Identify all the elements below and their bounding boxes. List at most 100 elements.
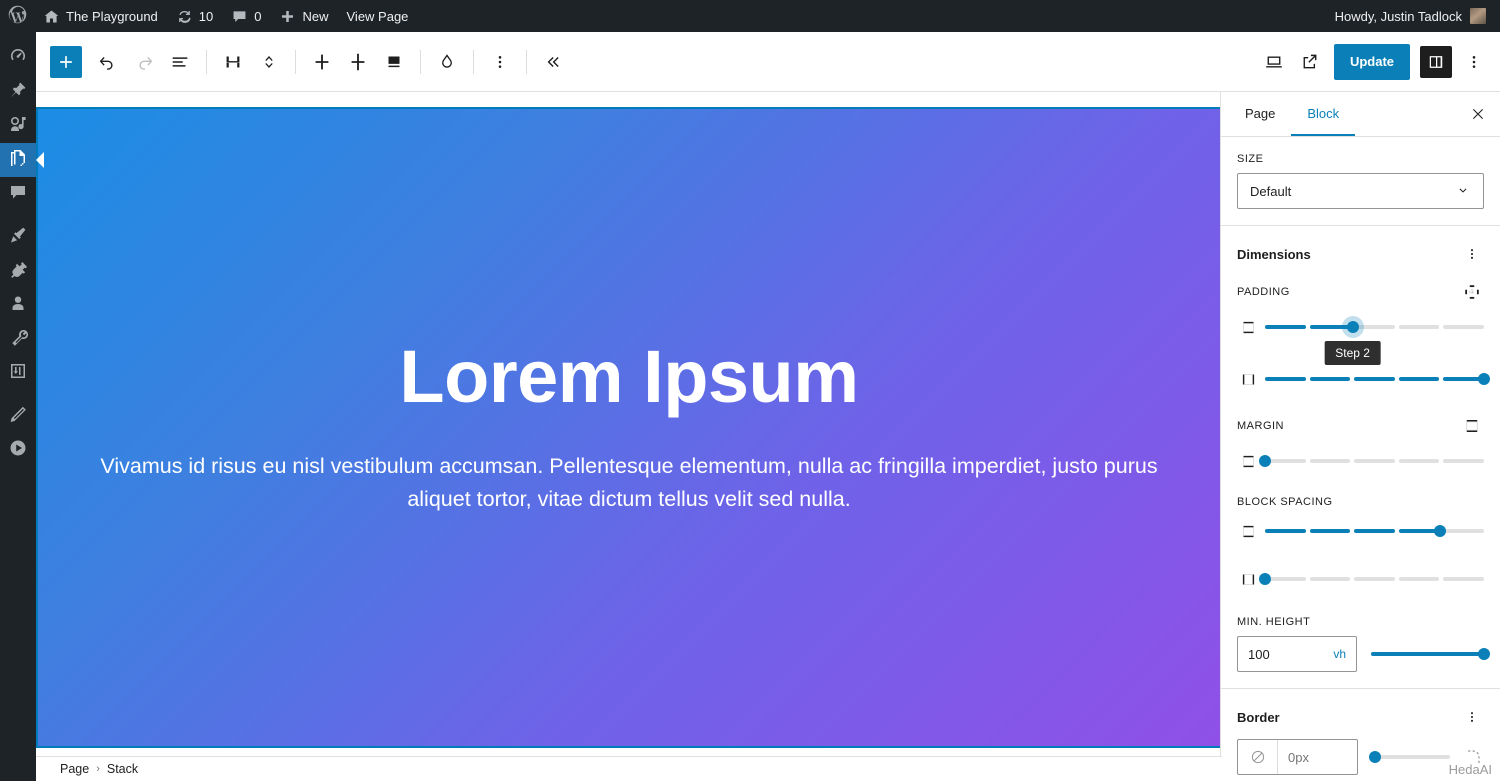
padding-vertical-thumb[interactable] [1346, 321, 1359, 333]
add-block-button[interactable] [50, 45, 82, 78]
editor-canvas[interactable]: Lorem Ipsum Vivamus id risus eu nisl ves… [36, 92, 1222, 781]
editor-toolbar: Update [36, 32, 1500, 92]
site-name-menu[interactable]: The Playground [34, 0, 167, 32]
seg [1443, 325, 1484, 329]
align-top-button[interactable] [304, 44, 340, 80]
block-spacing-horizontal-slider[interactable] [1259, 569, 1484, 589]
dimensions-title: Dimensions [1237, 246, 1311, 262]
toolbar-divider-2 [295, 49, 296, 74]
padding-vertical-tooltip: Step 2 [1324, 341, 1381, 365]
settings-sidebar: Page Block Size Default Dimensions [1220, 92, 1500, 781]
unlink-sides-icon[interactable] [1460, 280, 1484, 304]
tab-block[interactable]: Block [1291, 92, 1356, 136]
sidebar-item-tools[interactable] [0, 322, 36, 356]
settings-tabs: Page Block [1221, 92, 1500, 137]
border-width-thumb[interactable] [1368, 751, 1381, 763]
padding-horizontal-slider[interactable] [1265, 369, 1490, 389]
align-top-icon [315, 54, 329, 69]
min-height-input[interactable]: 100 vh [1237, 636, 1357, 672]
sidebar-item-dashboard[interactable] [0, 41, 36, 75]
document-overview-button[interactable] [162, 44, 198, 80]
toolbar-divider-1 [206, 49, 207, 74]
undo-button[interactable] [90, 44, 126, 80]
tab-page[interactable]: Page [1229, 92, 1291, 136]
padding-vertical-slider[interactable]: Step 2 [1265, 317, 1484, 365]
border-title: Border [1237, 709, 1280, 725]
preview-button[interactable] [1256, 44, 1292, 80]
sidebar-item-appearance[interactable] [0, 220, 36, 254]
move-block-button[interactable] [251, 44, 287, 80]
border-header: Border [1237, 705, 1484, 729]
sidebar-item-player[interactable] [0, 433, 36, 467]
border-width-input[interactable]: 0px [1237, 739, 1359, 775]
sidebar-item-plugins[interactable] [0, 254, 36, 288]
no-color-icon[interactable] [1238, 740, 1278, 774]
sidebar-item-settings[interactable] [0, 356, 36, 390]
block-spacing-vertical-slider[interactable] [1265, 521, 1484, 541]
sidebar-item-pages[interactable] [0, 143, 44, 177]
border-options-button[interactable] [1460, 705, 1484, 729]
close-sidebar-button[interactable] [1456, 92, 1500, 136]
margin-vertical-slider[interactable] [1259, 451, 1484, 471]
view-page-label: View Page [346, 8, 409, 24]
media-icon [8, 114, 28, 139]
block-options-button[interactable] [482, 44, 518, 80]
cover-paragraph[interactable]: Vivamus id risus eu nisl vestibulum accu… [76, 450, 1182, 517]
margin-vertical-thumb[interactable] [1259, 455, 1271, 467]
comment-icon [231, 8, 248, 25]
color-overlay-button[interactable] [429, 44, 465, 80]
account-menu[interactable]: Howdy, Justin Tadlock [1326, 0, 1500, 32]
padding-horizontal-thumb[interactable] [1478, 373, 1490, 385]
select-stack-button[interactable] [215, 44, 251, 80]
min-height-thumb[interactable] [1478, 648, 1490, 660]
sidebar-item-posts[interactable] [0, 75, 36, 109]
margin-label: Margin [1237, 420, 1284, 432]
sidebar-item-media[interactable] [0, 109, 36, 143]
sidebar-item-users[interactable] [0, 288, 36, 322]
new-content-menu[interactable]: New [270, 0, 337, 32]
sidebar-item-comments[interactable] [0, 177, 36, 211]
wp-admin-sidebar [0, 32, 44, 781]
size-select[interactable]: Default [1237, 173, 1484, 209]
cover-heading[interactable]: Lorem Ipsum [399, 338, 859, 416]
view-page-link[interactable]: View Page [338, 0, 418, 32]
comments-menu[interactable]: 0 [222, 0, 270, 32]
editor-options-button[interactable] [1456, 44, 1492, 80]
collapse-toolbar-button[interactable] [535, 44, 571, 80]
size-section: Size Default [1221, 137, 1500, 226]
pages-icon [8, 148, 28, 173]
block-spacing-horizontal-thumb[interactable] [1259, 573, 1271, 585]
sliders-icon [8, 361, 28, 386]
settings-sidebar-toggle[interactable] [1420, 45, 1452, 78]
updates-menu[interactable]: 10 [167, 0, 222, 32]
margin-vertical-track [1265, 459, 1484, 463]
align-bottom-button[interactable] [376, 44, 412, 80]
padding-header: Padding [1237, 280, 1484, 304]
block-editor: Update Lorem Ipsum Vivamus id risus eu n… [36, 32, 1500, 781]
block-spacing-vertical-thumb[interactable] [1434, 525, 1447, 537]
breadcrumb-item-stack[interactable]: Stack [107, 762, 138, 776]
seg [1398, 325, 1440, 329]
min-height-row: 100 vh [1237, 636, 1490, 672]
align-middle-button[interactable] [340, 44, 376, 80]
chevrons-left-icon [547, 56, 559, 67]
view-page-button[interactable] [1292, 44, 1328, 80]
min-height-unit[interactable]: vh [1333, 647, 1346, 661]
dimensions-options-button[interactable] [1460, 242, 1484, 266]
wordpress-logo-button[interactable] [0, 0, 34, 32]
seg [1354, 529, 1395, 533]
sidebar-item-editor[interactable] [0, 399, 36, 433]
margin-sides-icon[interactable] [1460, 414, 1484, 438]
pencil-icon [8, 404, 28, 429]
redo-button[interactable] [126, 44, 162, 80]
min-height-slider[interactable] [1371, 644, 1490, 664]
seg [1398, 377, 1440, 381]
seg [1443, 577, 1484, 581]
padding-horizontal-track [1265, 377, 1484, 381]
breadcrumb-item-page[interactable]: Page [60, 762, 89, 776]
update-button[interactable]: Update [1333, 43, 1410, 80]
border-width-slider[interactable] [1368, 747, 1451, 767]
min-height-value: 100 [1248, 646, 1270, 662]
min-height-header: Min. height [1237, 616, 1484, 628]
cover-block[interactable]: Lorem Ipsum Vivamus id risus eu nisl ves… [36, 107, 1222, 748]
